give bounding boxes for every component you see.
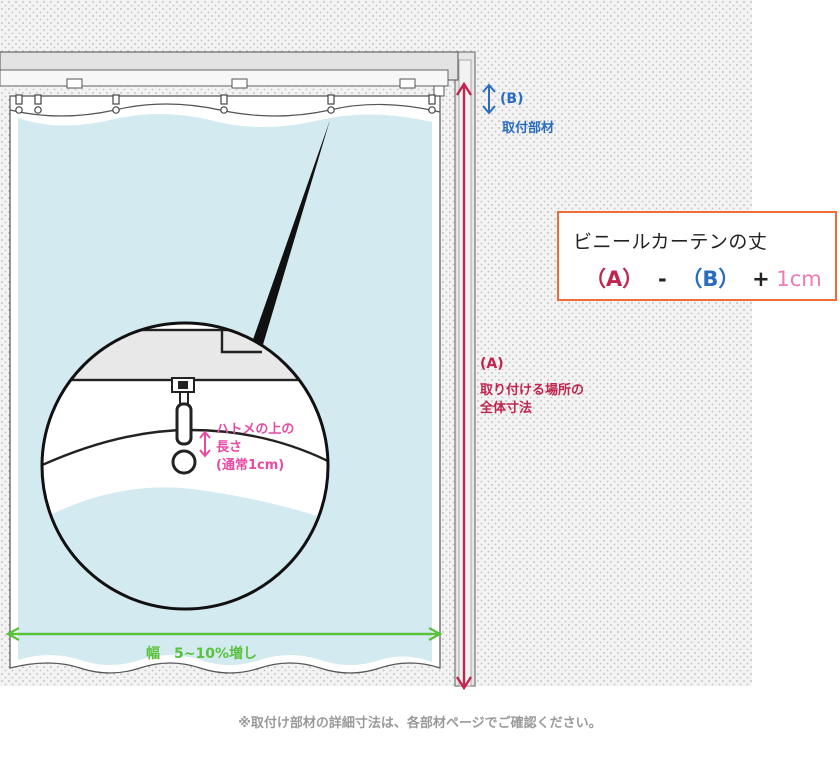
rail-runner <box>66 78 83 89</box>
a-desc-label-line2: 全体寸法 <box>480 401 533 416</box>
formula-title: ビニールカーテンの丈 <box>573 231 768 253</box>
formula-extra: 1cm <box>776 267 822 291</box>
formula-expression: （A） - （B） + 1cm <box>585 263 822 293</box>
grommet-label-line1: ハトメの上の <box>216 422 295 437</box>
a-code-label: (A) <box>480 356 504 372</box>
grommet-label-line2: 長さ <box>216 440 243 455</box>
rail-runner <box>399 78 416 89</box>
formula-plus: + <box>752 267 770 291</box>
formula-part-b: （B） <box>681 267 740 291</box>
b-desc-label: 取付部材 <box>502 121 555 136</box>
formula-box: ビニールカーテンの丈 （A） - （B） + 1cm <box>557 211 837 301</box>
a-desc-label-line1: 取り付ける場所の <box>480 383 585 398</box>
b-code-label: (B) <box>500 91 524 107</box>
diagram-svg <box>0 0 752 691</box>
width-label: 幅 5~10%増し <box>146 646 257 662</box>
formula-minus: - <box>657 267 667 291</box>
curtain-size-diagram: (B) 取付部材 (A) 取り付ける場所の 全体寸法 ハトメの上の 長さ (通常… <box>0 0 840 763</box>
rail-runner <box>231 78 248 89</box>
footnote: ※取付け部材の詳細寸法は、各部材ページでご確認ください。 <box>238 716 602 731</box>
grommet-label-line3: (通常1cm) <box>216 458 285 473</box>
formula-part-a: （A） <box>585 267 644 291</box>
